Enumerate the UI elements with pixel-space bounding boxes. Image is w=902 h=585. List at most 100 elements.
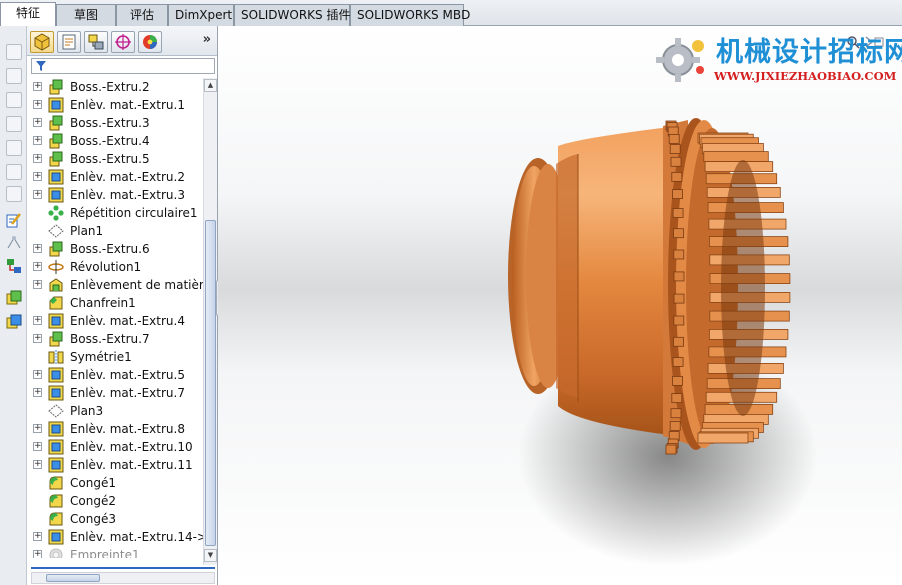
tree-item[interactable]: + Enlèv. mat.-Extru.7 — [27, 384, 203, 402]
expand-toggle[interactable]: + — [33, 442, 42, 451]
expand-toggle[interactable]: + — [33, 262, 42, 271]
tree-item-label: Congé1 — [70, 476, 116, 490]
display-manager-tab[interactable] — [138, 31, 162, 53]
graphics-viewport[interactable]: 机械设计招标网 WWW.JIXIEZHAOBIAO.COM — [218, 26, 902, 585]
flange-tooth — [673, 293, 685, 304]
filter-field[interactable] — [31, 58, 215, 74]
view-right-icon[interactable] — [6, 116, 22, 132]
expand-toggle[interactable]: + — [33, 388, 42, 397]
flange-tooth — [672, 375, 683, 386]
tree-item-label: Enlèv. mat.-Extru.8 — [70, 422, 185, 436]
flange-tooth — [670, 408, 682, 419]
cut-extrude-icon — [48, 439, 64, 455]
scroll-up-button[interactable]: ▲ — [204, 79, 217, 92]
tab-dimxpert[interactable]: DimXpert — [168, 4, 234, 26]
filter-icon — [36, 61, 46, 71]
feature-manager-tab[interactable] — [30, 31, 54, 53]
tree-item[interactable]: Plan3 — [27, 402, 203, 420]
tree-item[interactable]: Congé1 — [27, 474, 203, 492]
expand-toggle[interactable]: + — [33, 172, 42, 181]
cut-revolve-icon — [49, 278, 63, 292]
tree-item[interactable]: + Révolution1 — [27, 258, 203, 276]
tab-evaluate[interactable]: 评估 — [116, 4, 168, 26]
tree-item[interactable]: + Enlèv. mat.-Extru.5 — [27, 366, 203, 384]
view-left-icon[interactable] — [6, 92, 22, 108]
tree-item[interactable]: Congé3 — [27, 510, 203, 528]
expand-panel-button[interactable]: » — [203, 32, 211, 47]
expand-toggle[interactable]: + — [33, 100, 42, 109]
cut-extrude-icon — [48, 97, 64, 113]
configuration-manager-tab[interactable] — [84, 31, 108, 53]
tree-horizontal-scrollbar[interactable] — [31, 572, 215, 584]
tree-item[interactable]: + Enlèv. mat.-Extru.11 — [27, 456, 203, 474]
tab-solidworks-addins[interactable]: SOLIDWORKS 插件 — [234, 4, 350, 26]
tree-item[interactable]: + Boss.-Extru.5 — [27, 150, 203, 168]
tree-item[interactable]: Symétrie1 — [27, 348, 203, 366]
tree-item[interactable]: Plan1 — [27, 222, 203, 240]
expand-toggle[interactable]: + — [33, 118, 42, 127]
expand-toggle[interactable]: + — [33, 334, 42, 343]
expand-toggle[interactable]: + — [33, 370, 42, 379]
indent-icon — [49, 548, 63, 558]
tree-item[interactable]: + Enlèv. mat.-Extru.14->? — [27, 528, 203, 546]
tree-item[interactable]: + Boss.-Extru.2 — [27, 78, 203, 96]
scroll-down-button[interactable]: ▼ — [204, 549, 217, 562]
extruded-boss-icon[interactable] — [6, 290, 22, 306]
tree-item[interactable]: + Enlèv. mat.-Extru.10 — [27, 438, 203, 456]
view-front-icon[interactable] — [6, 44, 22, 60]
tree-item[interactable]: Congé2 — [27, 492, 203, 510]
tab-solidworks-mbd[interactable]: SOLIDWORKS MBD — [350, 4, 470, 26]
tree-item[interactable]: + Enlèv. mat.-Extru.2 — [27, 168, 203, 186]
property-manager-icon — [62, 34, 76, 50]
plane-icon — [48, 404, 64, 418]
extruded-cut-icon[interactable] — [6, 314, 22, 330]
cut-extrude-icon — [48, 385, 64, 401]
tree-item[interactable]: + Boss.-Extru.7 — [27, 330, 203, 348]
view-isometric-icon[interactable] — [6, 186, 22, 202]
tree-item[interactable]: + Enlèv. mat.-Extru.4 — [27, 312, 203, 330]
flange-tooth — [673, 336, 684, 347]
view-bottom-icon[interactable] — [6, 164, 22, 180]
dimxpert-manager-tab[interactable] — [111, 31, 135, 53]
expand-toggle[interactable]: + — [33, 280, 42, 289]
horizontal-scroll-thumb[interactable] — [46, 574, 100, 582]
assembly-tree-icon[interactable] — [6, 258, 22, 274]
tree-item[interactable]: + Boss.-Extru.3 — [27, 114, 203, 132]
view-back-icon[interactable] — [6, 68, 22, 84]
tree-item[interactable]: Répétition circulaire1 — [27, 204, 203, 222]
view-top-icon[interactable] — [6, 140, 22, 156]
sketch-edit-icon[interactable] — [6, 212, 22, 228]
rollback-bar[interactable] — [31, 567, 215, 569]
tree-item[interactable]: + Boss.-Extru.6 — [27, 240, 203, 258]
expand-toggle[interactable]: + — [33, 154, 42, 163]
smart-dimension-icon[interactable] — [6, 234, 22, 250]
expand-toggle[interactable]: + — [33, 316, 42, 325]
tree-item[interactable]: + Enlèvement de matière — [27, 276, 203, 294]
tree-item[interactable]: + Enlèv. mat.-Extru.3 — [27, 186, 203, 204]
expand-toggle[interactable]: + — [33, 190, 42, 199]
tree-item[interactable]: + Empreinte1 — [27, 546, 203, 558]
flange-tooth — [672, 208, 684, 218]
tree-item[interactable]: Chanfrein1 — [27, 294, 203, 312]
tree-item[interactable]: + Boss.-Extru.4 — [27, 132, 203, 150]
expand-toggle[interactable]: + — [33, 532, 42, 541]
expand-toggle[interactable]: + — [33, 82, 42, 91]
tree-item[interactable]: + Enlèv. mat.-Extru.8 — [27, 420, 203, 438]
tab-sketch[interactable]: 草图 — [56, 4, 116, 26]
tree-vertical-scrollbar[interactable]: ▲ ▼ — [203, 78, 217, 565]
expand-toggle[interactable]: + — [33, 550, 42, 558]
cut-extrude-icon — [48, 421, 64, 437]
tree-item[interactable]: + Enlèv. mat.-Extru.1 — [27, 96, 203, 114]
tree-item-label: Enlèv. mat.-Extru.10 — [70, 440, 193, 454]
watermark-url: WWW.JIXIEZHAOBIAO.COM — [714, 69, 897, 83]
tab-features[interactable]: 特征 — [0, 2, 56, 27]
property-manager-tab[interactable] — [57, 31, 81, 53]
expand-toggle[interactable]: + — [33, 460, 42, 469]
expand-toggle[interactable]: + — [33, 244, 42, 253]
flange-tooth — [673, 315, 685, 326]
expand-toggle[interactable]: + — [33, 136, 42, 145]
expand-toggle[interactable]: + — [33, 424, 42, 433]
scroll-thumb[interactable] — [205, 220, 216, 546]
flange-tooth — [665, 444, 677, 455]
flange-tooth — [672, 357, 684, 367]
